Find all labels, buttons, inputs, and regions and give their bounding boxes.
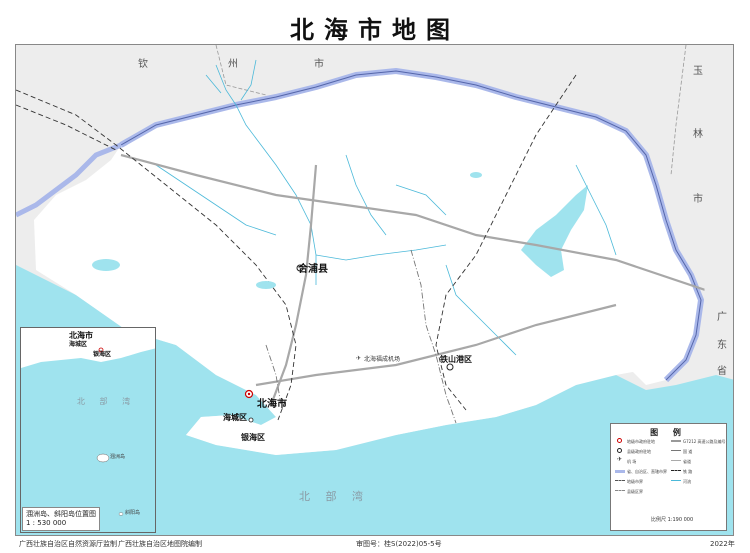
legend-item-4: 地级市界: [627, 479, 643, 484]
map-frame[interactable]: 钦 州 市 玉 林 市 广 东 省 合浦县 北海市 海城区 银海区 铁山港区 ✈…: [15, 44, 734, 536]
yulin-label-2: 林: [693, 129, 703, 140]
sea-label: 北 部 湾: [299, 490, 369, 503]
legend-item-1: 县级政府驻地: [627, 449, 651, 454]
yinhai-label[interactable]: 银海区: [241, 434, 265, 442]
legend-item-10: 河流: [683, 479, 691, 484]
inset-island-label: 涠洲岛: [110, 454, 126, 460]
yulin-label-3: 市: [693, 194, 703, 205]
haicheng-label[interactable]: 海城区: [223, 414, 247, 422]
legend-county-icon: [617, 448, 622, 453]
footer-approval: 审图号：桂S(2022)05-5号: [356, 540, 442, 548]
legend-item-5: 县级区界: [627, 489, 643, 494]
legend-national-road-icon: [671, 450, 681, 451]
legend-title: 图 例: [650, 428, 687, 437]
legend-item-0: 地级市政府驻地: [627, 439, 655, 444]
qinzhou-label-1: 钦: [138, 59, 148, 70]
legend-railway-icon: [671, 470, 681, 471]
legend-airport-icon: ✈: [617, 456, 623, 463]
qinzhou-label-2: 州: [228, 59, 238, 70]
legend-highway-icon: [671, 440, 681, 442]
legend-prefecture-border-icon: [615, 480, 625, 481]
tieshangang-marker[interactable]: [446, 363, 454, 371]
legend-item-2: 机 场: [627, 459, 637, 464]
inset-sea-label: 北 部 湾: [77, 397, 137, 406]
airport-icon: ✈: [356, 355, 362, 362]
legend-item-8: 省道: [683, 459, 691, 464]
inset-island2-label: 斜阳岛: [125, 510, 141, 516]
footer-year: 2022年: [710, 540, 735, 548]
guangdong-label-2: 东: [717, 340, 727, 351]
airport-label[interactable]: 北海福成机场: [364, 357, 400, 363]
legend-province-border-icon: [615, 470, 625, 473]
footer-compiler: 广西壮族自治区地图院编制: [118, 540, 202, 548]
legend-item-9: 铁 路: [683, 469, 693, 474]
guangdong-label-1: 广: [717, 312, 727, 323]
legend: 图 例 地级市政府驻地 县级政府驻地 ✈ 机 场 省、自治区、直辖市界 地级市界…: [610, 423, 727, 531]
inset-caption-title: 涠洲岛、斜阳岛位置图: [26, 510, 96, 518]
legend-item-6: G7212 高速公路及编号: [683, 439, 726, 444]
inset-city-label: 北海市: [69, 331, 93, 340]
scale-label: 比例尺 1:190 000: [651, 517, 694, 523]
hepu-label[interactable]: 合浦县: [298, 265, 328, 275]
inset-map[interactable]: 北海市 海城区 银海区 涠洲岛 北 部 湾 斜阳岛 涠洲岛、斜阳岛位置图 1 :…: [20, 327, 156, 533]
inset-caption-scale: 1 : 530 000: [26, 519, 67, 527]
legend-item-3: 省、自治区、直辖市界: [627, 469, 667, 474]
legend-item-7: 国 道: [683, 449, 693, 454]
beihai-label[interactable]: 北海市: [257, 400, 287, 410]
legend-river-icon: [671, 480, 681, 481]
tieshangang-label[interactable]: 铁山港区: [440, 356, 472, 364]
legend-county-border-icon: [615, 490, 625, 491]
legend-provincial-road-icon: [671, 460, 681, 461]
inset-canvas: [21, 328, 155, 532]
map-title: 北海市地图: [290, 15, 460, 44]
inset-district2-label: 银海区: [93, 351, 112, 358]
legend-prefecture-icon: [617, 438, 622, 443]
guangdong-label-3: 省: [717, 366, 727, 377]
qinzhou-label-3: 市: [314, 59, 324, 70]
footer-supervisor: 广西壮族自治区自然资源厅监制: [19, 540, 117, 548]
yulin-label-1: 玉: [693, 66, 703, 77]
inset-district1-label: 海城区: [69, 341, 88, 348]
inset-caption: 涠洲岛、斜阳岛位置图 1 : 530 000: [22, 507, 100, 531]
